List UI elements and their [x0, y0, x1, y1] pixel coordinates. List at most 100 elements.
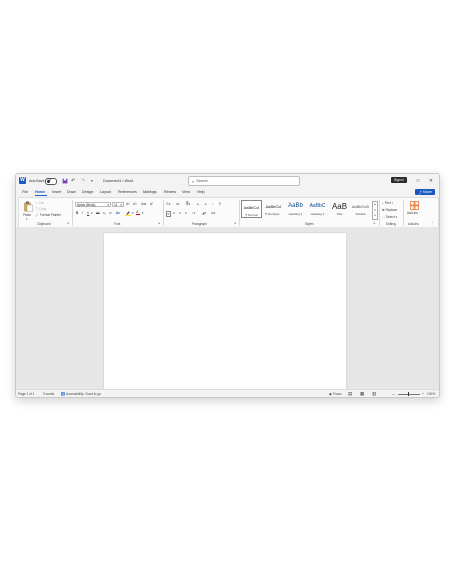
ribbon-separator: [403, 200, 404, 226]
collapse-ribbon-icon[interactable]: ⌃: [431, 221, 434, 225]
cut-button[interactable]: ✂ Cut: [35, 201, 44, 205]
page-count[interactable]: Page 1 of 1: [18, 390, 34, 397]
paragraph-launcher-icon[interactable]: ⇲: [234, 222, 236, 225]
subscript-icon[interactable]: x₂: [103, 211, 106, 215]
style-heading-1[interactable]: AaBb Heading 1: [285, 200, 306, 218]
strikethrough-icon[interactable]: ab: [96, 211, 100, 215]
highlight-dropdown-icon[interactable]: ▾: [132, 211, 134, 215]
font-family-select[interactable]: Aptos (Body) ▾: [75, 202, 111, 207]
styles-launcher-icon[interactable]: ⇲: [373, 222, 375, 225]
zoom-slider-thumb[interactable]: [408, 392, 409, 396]
tab-view[interactable]: View: [182, 188, 190, 195]
tab-design[interactable]: Design: [82, 188, 93, 195]
tab-home[interactable]: Home: [35, 188, 45, 195]
add-ins-button[interactable]: Add-ins: [407, 201, 423, 219]
font-color-icon[interactable]: A: [136, 210, 140, 215]
accessibility-status[interactable]: ♿ Accessibility: Good to go: [61, 390, 101, 397]
align-center-icon[interactable]: ≡: [173, 211, 175, 215]
minimize-button[interactable]: —: [398, 174, 412, 187]
maximize-button[interactable]: □: [411, 174, 425, 187]
show-formatting-icon[interactable]: ¶: [219, 202, 221, 206]
share-button[interactable]: ⤴ Share: [415, 189, 435, 195]
zoom-out-button[interactable]: —: [392, 390, 395, 397]
style-heading-2[interactable]: AaBbC Heading 2: [307, 200, 328, 218]
print-layout-icon[interactable]: ▦: [360, 390, 364, 397]
zoom-in-button[interactable]: +: [422, 390, 424, 397]
font-launcher-icon[interactable]: ⇲: [158, 222, 160, 225]
bold-icon[interactable]: B: [76, 211, 78, 215]
format-painter-icon: 🖌: [35, 213, 40, 217]
tab-help[interactable]: Help: [197, 188, 205, 195]
focus-button[interactable]: ▣ Focus: [329, 390, 342, 397]
underline-dropdown-icon[interactable]: ▾: [91, 211, 93, 215]
read-mode-icon[interactable]: ▤: [348, 390, 352, 397]
style-name: Title: [336, 212, 343, 216]
style-no-spacing[interactable]: AaBbCcI ¶ No Spac...: [263, 200, 284, 218]
search-box[interactable]: ⌕ Search: [188, 176, 300, 186]
justify-icon[interactable]: ≡: [185, 211, 187, 215]
word-count[interactable]: 0 words: [43, 390, 54, 397]
numbering-icon[interactable]: ≡▾: [176, 202, 179, 206]
tab-references[interactable]: References: [118, 188, 137, 195]
borders-icon[interactable]: ⊞▾: [211, 211, 215, 215]
tab-file[interactable]: File: [22, 188, 28, 195]
shrink-font-icon[interactable]: A˅: [133, 202, 137, 206]
zoom-slider[interactable]: [398, 392, 420, 396]
decrease-indent-icon[interactable]: ⇤: [197, 202, 200, 206]
document-workspace: [16, 227, 439, 389]
style-title[interactable]: AaB Title: [329, 200, 350, 218]
tab-mailings[interactable]: Mailings: [143, 188, 157, 195]
bullets-icon[interactable]: ☰▾: [166, 202, 170, 206]
align-right-icon[interactable]: ≡: [179, 211, 181, 215]
redo-icon[interactable]: ↷: [81, 174, 85, 187]
find-button[interactable]: ⌕ Find ▾: [382, 201, 393, 205]
customize-toolbar-icon[interactable]: ▾: [91, 174, 93, 187]
copy-label: Copy: [38, 207, 47, 211]
font-color-dropdown-icon[interactable]: ▾: [142, 211, 144, 215]
paste-button[interactable]: Paste ▾: [22, 201, 34, 221]
clear-formatting-icon[interactable]: A̸: [150, 202, 152, 206]
sort-icon[interactable]: ↕: [212, 202, 214, 206]
tab-review[interactable]: Review: [164, 188, 176, 195]
style-name: ¶ No Spac...: [265, 212, 282, 216]
tab-draw[interactable]: Draw: [67, 188, 76, 195]
word-logo-icon: W: [19, 177, 26, 184]
text-effects-icon[interactable]: A▾: [116, 211, 120, 215]
italic-icon[interactable]: I: [82, 211, 83, 215]
undo-icon[interactable]: ↶: [71, 174, 75, 187]
replace-button[interactable]: ⇆ Replace: [382, 208, 397, 212]
document-page[interactable]: [104, 233, 346, 389]
style-subtitle[interactable]: AaBbCcĐ Subtitle: [350, 200, 371, 218]
save-icon[interactable]: [62, 174, 68, 187]
grow-font-icon[interactable]: A˄: [126, 202, 130, 206]
styles-gallery-scroll[interactable]: ▴ ▾ ≡: [372, 201, 378, 220]
tab-layout[interactable]: Layout: [100, 188, 111, 195]
style-name: Heading 2: [310, 212, 325, 216]
select-button[interactable]: ⬚ Select ▾: [382, 215, 397, 219]
word-window: W AutoSave Off ↶ ↷ ▾ Document1 • Word ⌕ …: [15, 173, 440, 398]
font-size-select[interactable]: 11 ▾: [112, 202, 124, 207]
superscript-icon[interactable]: x²: [109, 211, 112, 215]
share-icon: ⤴: [418, 190, 422, 195]
style-sample: AaBbC: [309, 203, 326, 209]
align-left-icon[interactable]: ≡: [166, 211, 171, 217]
clipboard-launcher-icon[interactable]: ⇲: [67, 222, 69, 225]
style-normal[interactable]: AaBbCcI ¶ Normal: [241, 200, 262, 218]
change-case-icon[interactable]: Aa▾: [141, 202, 147, 206]
tab-insert[interactable]: Insert: [52, 188, 61, 195]
increase-indent-icon[interactable]: ⇥: [204, 202, 207, 206]
find-label: Find: [384, 201, 391, 205]
autosave-label: AutoSave: [29, 178, 45, 183]
close-button[interactable]: ✕: [424, 174, 438, 187]
zoom-level[interactable]: 100%: [427, 390, 435, 397]
web-layout-icon[interactable]: ▥: [372, 390, 376, 397]
highlight-icon[interactable]: [125, 210, 131, 217]
line-spacing-icon[interactable]: ↕▾: [192, 211, 195, 215]
shading-icon[interactable]: ◢▾: [202, 211, 206, 215]
style-sample: AaB: [331, 201, 348, 211]
format-painter-button[interactable]: 🖌 Format Painter: [35, 213, 61, 217]
underline-icon[interactable]: U: [87, 211, 89, 215]
multilevel-list-icon[interactable]: ≣▾: [186, 202, 190, 206]
copy-button[interactable]: ❐ Copy: [35, 207, 46, 211]
editing-group-label: Editing: [386, 222, 396, 226]
